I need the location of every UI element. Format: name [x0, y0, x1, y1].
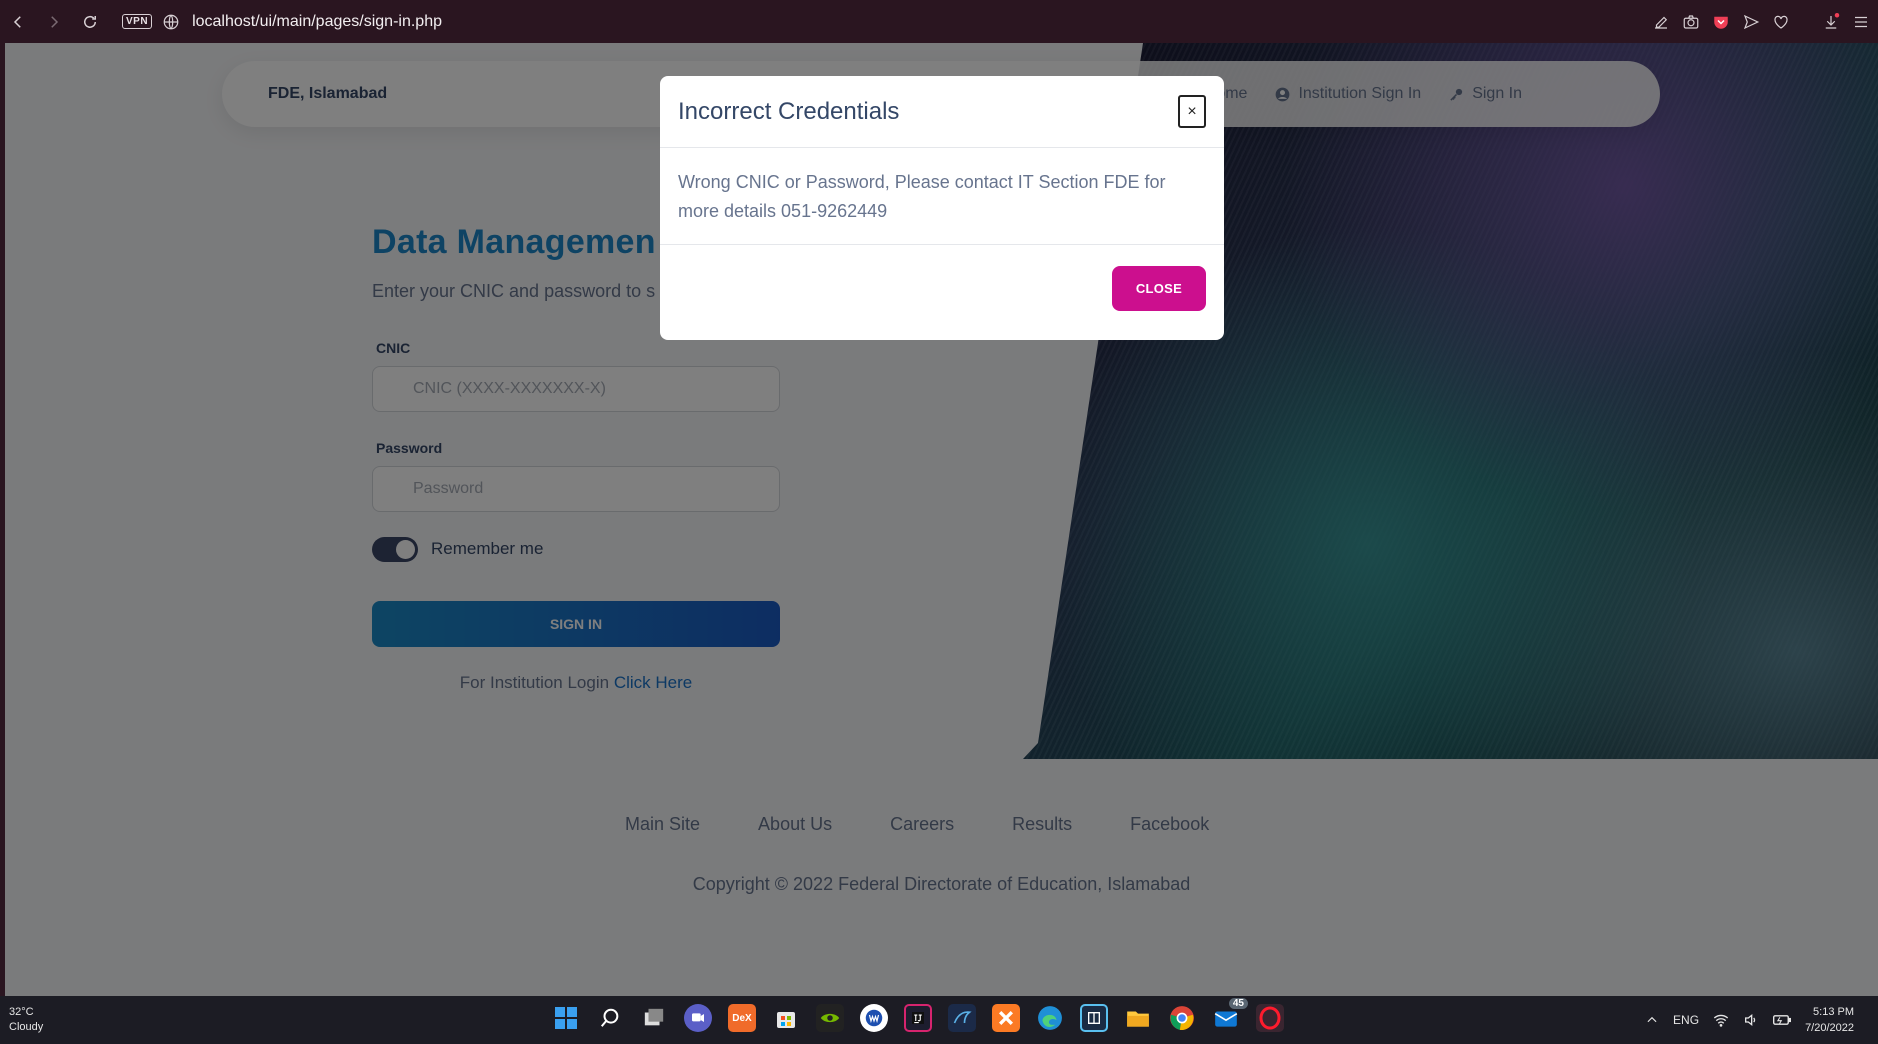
- edge-icon: [1038, 1006, 1062, 1030]
- os-taskbar: 32°C Cloudy DeX 45 ENG 5:13 PM 7/20/2022: [0, 996, 1878, 1044]
- back-button[interactable]: [0, 0, 36, 43]
- modal-close-button[interactable]: CLOSE: [1112, 266, 1206, 311]
- system-clock[interactable]: 5:13 PM 7/20/2022: [1805, 1004, 1854, 1036]
- w-icon: [865, 1009, 883, 1027]
- modal-header: Incorrect Credentials: [660, 76, 1224, 148]
- camera-icon: [1683, 14, 1699, 29]
- search-button[interactable]: [596, 1004, 624, 1032]
- modal-title: Incorrect Credentials: [678, 97, 900, 125]
- modal-message-line: more details 051-9262449: [678, 201, 888, 221]
- weather-widget[interactable]: 32°C Cloudy: [9, 1005, 43, 1035]
- windows-icon: [555, 1007, 577, 1029]
- clock-time: 5:13 PM: [1813, 1006, 1854, 1018]
- task-view-icon: [644, 1008, 664, 1026]
- reload-icon: [84, 15, 96, 28]
- dex-label: DeX: [732, 1012, 752, 1024]
- chevron-left-icon: [13, 15, 21, 28]
- page-viewport: FDE, Islamabad ome Institution Sign In S…: [5, 43, 1878, 996]
- pocket-button[interactable]: [1712, 13, 1730, 31]
- teams-chat-app[interactable]: [684, 1004, 712, 1032]
- toolbar-separator: [1802, 13, 1810, 31]
- forward-button[interactable]: [36, 0, 72, 43]
- mysql-workbench-app[interactable]: [948, 1004, 976, 1032]
- weather-temperature: 32°C: [9, 1006, 34, 1018]
- favorites-button[interactable]: [1772, 13, 1790, 31]
- dex-app[interactable]: DeX: [728, 1004, 756, 1032]
- downloads-button[interactable]: [1822, 12, 1840, 31]
- folder-icon: [1127, 1011, 1149, 1027]
- download-icon: [1825, 12, 1840, 29]
- chrome-app[interactable]: [1168, 1004, 1196, 1032]
- weather-condition: Cloudy: [9, 1021, 44, 1033]
- address-bar[interactable]: localhost/ui/main/pages/sign-in.php: [192, 13, 442, 31]
- opera-app[interactable]: [1256, 1004, 1284, 1032]
- xampp-app[interactable]: [992, 1004, 1020, 1032]
- chevron-right-icon: [51, 15, 59, 28]
- start-button[interactable]: [552, 1004, 580, 1032]
- app-dashboard[interactable]: [1080, 1004, 1108, 1032]
- vpn-badge[interactable]: VPN: [122, 14, 153, 29]
- snapshot-button[interactable]: [1682, 13, 1700, 31]
- reload-button[interactable]: [72, 0, 108, 43]
- send-button[interactable]: [1742, 13, 1760, 31]
- clock-date: 7/20/2022: [1805, 1022, 1854, 1034]
- mail-app[interactable]: 45: [1212, 998, 1248, 1032]
- chrome-icon: [1170, 1006, 1194, 1031]
- language-indicator[interactable]: ENG: [1673, 1013, 1699, 1027]
- battery-icon[interactable]: [1773, 1012, 1792, 1028]
- error-modal: Incorrect Credentials × Wrong CNIC or Pa…: [660, 76, 1224, 340]
- modal-close-x-button[interactable]: ×: [1178, 95, 1206, 128]
- dashboard-icon: [1088, 1012, 1100, 1024]
- store-icon: [777, 1012, 795, 1028]
- nvidia-icon: [820, 1013, 840, 1023]
- volume-icon[interactable]: [1743, 1012, 1759, 1028]
- modal-body: Wrong CNIC or Password, Please contact I…: [660, 148, 1224, 245]
- edit-button[interactable]: [1652, 13, 1670, 31]
- pocket-icon: [1714, 16, 1728, 29]
- search-icon: [600, 1008, 619, 1027]
- app-w[interactable]: [860, 1004, 888, 1032]
- opera-icon: [1259, 1006, 1281, 1030]
- modal-message-line: Wrong CNIC or Password, Please contact I…: [678, 172, 1166, 192]
- browser-toolbar: VPN localhost/ui/main/pages/sign-in.php: [0, 0, 1878, 43]
- chevron-up-icon[interactable]: [1645, 1013, 1659, 1027]
- chat-icon: [692, 1013, 704, 1022]
- task-view-button[interactable]: [640, 1004, 668, 1032]
- nvidia-app[interactable]: [816, 1004, 844, 1032]
- mail-badge: 45: [1228, 998, 1248, 1009]
- edge-app[interactable]: [1036, 1004, 1064, 1032]
- wifi-icon[interactable]: [1713, 1012, 1729, 1028]
- menu-button[interactable]: [1852, 13, 1870, 31]
- edit-icon: [1655, 16, 1668, 29]
- store-app[interactable]: [772, 1004, 800, 1032]
- dolphin-icon: [953, 1011, 972, 1024]
- globe-icon: [163, 14, 179, 29]
- xampp-icon: [998, 1010, 1014, 1026]
- ij-icon: [912, 1012, 924, 1024]
- menu-icon: [1855, 16, 1867, 27]
- heart-icon: [1774, 15, 1788, 29]
- send-icon: [1743, 14, 1760, 29]
- file-explorer-app[interactable]: [1124, 1004, 1152, 1032]
- jetbrains-app[interactable]: [904, 1004, 932, 1032]
